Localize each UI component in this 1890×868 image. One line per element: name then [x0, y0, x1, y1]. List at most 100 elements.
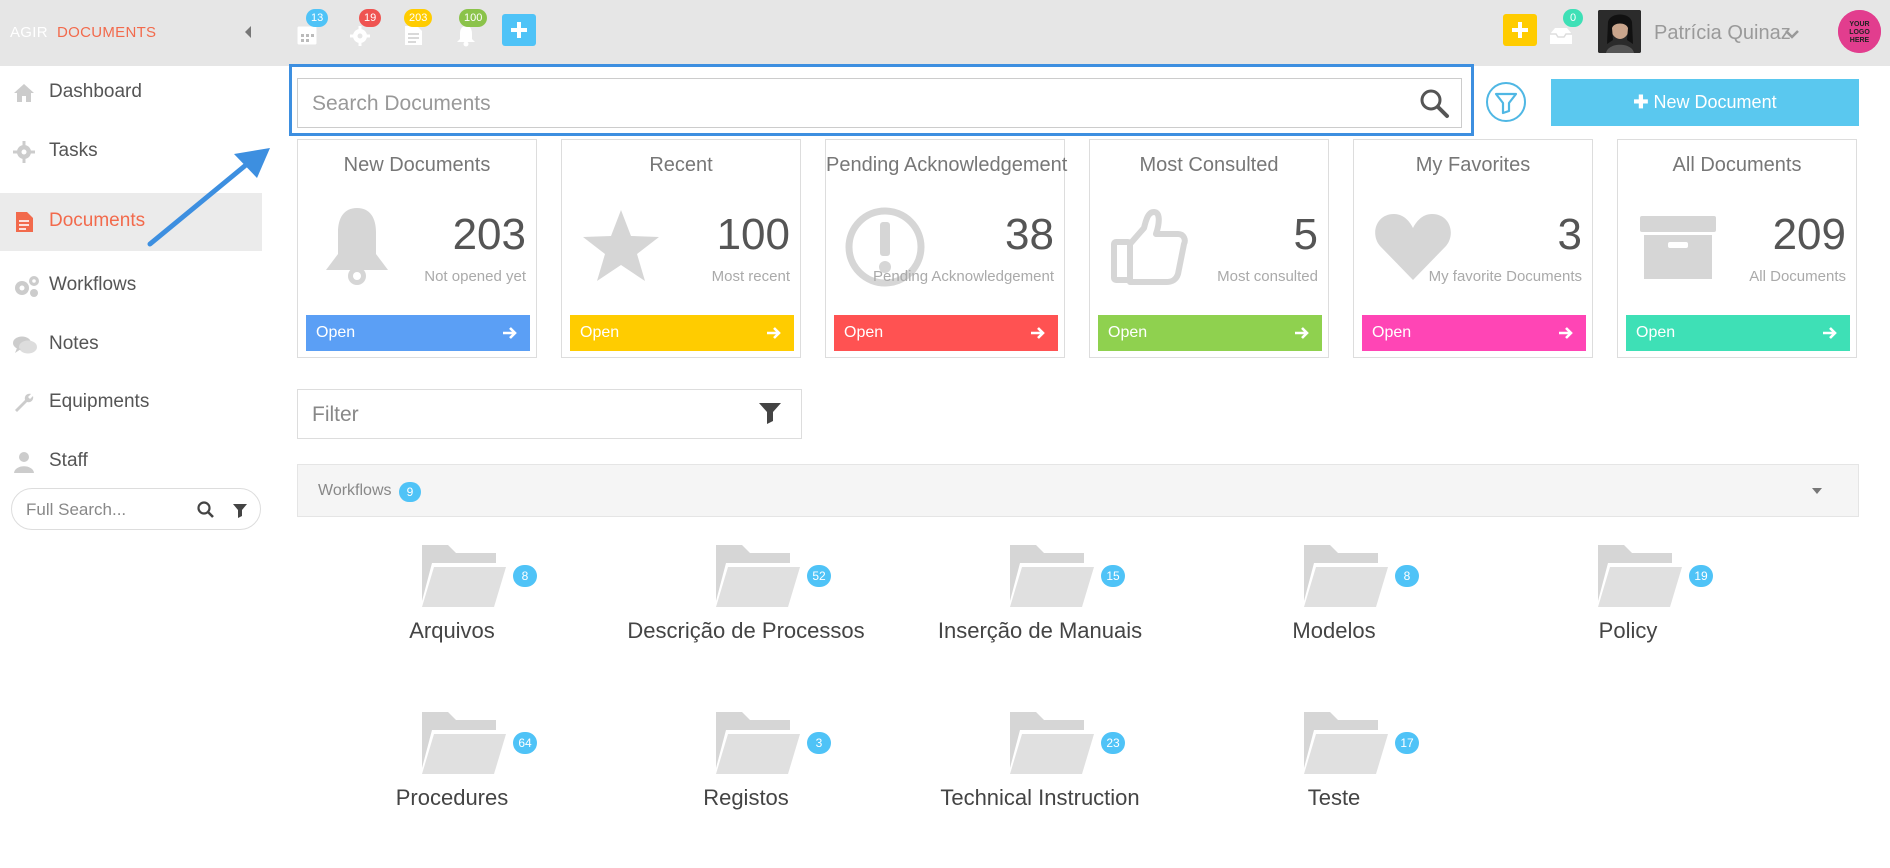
arrow-right-icon — [1822, 326, 1838, 340]
folder-count-badge: 64 — [513, 732, 537, 754]
card-new-documents: New Documents 203 Not opened yet Open — [297, 139, 537, 358]
folder-item[interactable]: 23 Technical Instruction — [905, 708, 1175, 868]
wrench-icon — [12, 391, 36, 415]
sidebar-item-notes[interactable]: Notes — [0, 318, 262, 372]
search-icon[interactable] — [196, 500, 216, 520]
card-title: Most Consulted — [1139, 154, 1279, 176]
inbox-badge: 0 — [1563, 9, 1583, 27]
open-all-documents-button[interactable]: Open — [1626, 315, 1850, 351]
open-my-favorites-button[interactable]: Open — [1362, 315, 1586, 351]
new-document-label: New Document — [1653, 92, 1777, 112]
folder-icon — [418, 708, 508, 778]
folder-label: Technical Instruction — [940, 785, 1140, 810]
sidebar-item-workflows[interactable]: Workflows — [0, 259, 262, 313]
notifications-badge: 100 — [459, 9, 488, 27]
folder-label: Arquivos — [409, 618, 495, 643]
folder-icon — [1300, 708, 1390, 778]
card-subtitle: Most recent — [711, 268, 790, 285]
new-document-button[interactable]: ✚ New Document — [1551, 79, 1859, 126]
home-icon — [12, 81, 36, 105]
open-new-documents-button[interactable]: Open — [306, 315, 530, 351]
open-label: Open — [1372, 324, 1412, 341]
logo-line-3: HERE — [1850, 37, 1870, 44]
add-icon[interactable] — [502, 14, 536, 46]
open-recent-button[interactable]: Open — [570, 315, 794, 351]
app-name[interactable]: AGIR — [10, 24, 48, 41]
advanced-filter-button[interactable] — [1486, 82, 1526, 122]
card-count: 38 — [1005, 210, 1054, 259]
documents-badge: 203 — [404, 9, 433, 27]
folder-item[interactable]: 19 Policy — [1493, 541, 1763, 701]
user-icon — [12, 450, 36, 474]
folder-item[interactable]: 8 Arquivos — [317, 541, 587, 701]
folder-item[interactable]: 52 Descrição de Processos — [611, 541, 881, 701]
sidebar-item-equipments[interactable]: Equipments — [0, 376, 262, 430]
sidebar-item-staff[interactable]: Staff — [0, 435, 262, 489]
folder-item[interactable]: 17 Teste — [1199, 708, 1469, 868]
workflows-panel-header[interactable]: Workflows 9 — [297, 464, 1859, 517]
search-icon[interactable] — [1418, 87, 1450, 119]
card-pending-acknowledgement: Pending Acknowledgement 38 Pending Ackno… — [825, 139, 1067, 358]
open-pending-acknowledgement-button[interactable]: Open — [834, 315, 1058, 351]
folder-item[interactable]: 3 Registos — [611, 708, 881, 868]
folder-label: Teste — [1307, 785, 1361, 810]
card-title: All Documents — [1672, 154, 1802, 176]
card-my-favorites: My Favorites 3 My favorite Documents Ope… — [1353, 139, 1593, 358]
card-count: 3 — [1557, 210, 1582, 259]
thumbs-up-icon — [1106, 204, 1192, 290]
folder-label: Modelos — [1292, 618, 1376, 643]
full-search-input[interactable] — [26, 499, 196, 521]
folder-item[interactable]: 15 Inserção de Manuais — [905, 541, 1175, 701]
folder-item[interactable]: 8 Modelos — [1199, 541, 1469, 701]
folder-count-badge: 8 — [1395, 565, 1419, 587]
arrow-right-icon — [502, 326, 518, 340]
folder-count-badge: 8 — [513, 565, 537, 587]
quick-add-icon[interactable] — [1503, 14, 1537, 46]
open-label: Open — [316, 324, 356, 341]
folder-count-badge: 15 — [1101, 565, 1125, 587]
folder-item[interactable]: 64 Procedures — [317, 708, 587, 868]
sidebar-item-label: Dashboard — [49, 81, 142, 102]
open-label: Open — [844, 324, 884, 341]
user-name[interactable]: Patrícia Quinaz — [1654, 22, 1791, 45]
caret-down-icon[interactable] — [1810, 485, 1824, 497]
folder-label: Inserção de Manuais — [937, 618, 1143, 643]
arrow-right-icon — [1030, 326, 1046, 340]
collapse-sidebar-icon[interactable] — [240, 22, 256, 42]
calendar-badge: 13 — [306, 9, 329, 27]
top-bar: AGIR DOCUMENTS 13 19 203 100 0 Patrícia … — [0, 0, 1890, 66]
full-search-box — [11, 488, 261, 530]
chevron-down-icon[interactable] — [1784, 27, 1800, 41]
folder-count-badge: 17 — [1395, 732, 1419, 754]
folder-icon — [712, 541, 802, 611]
sidebar-item-label: Documents — [49, 210, 146, 231]
sidebar-item-label: Equipments — [49, 391, 150, 412]
card-subtitle: All Documents — [1749, 268, 1846, 285]
workflows-title: Workflows — [318, 482, 392, 499]
company-logo: YOUR LOGO HERE — [1838, 10, 1881, 53]
folder-icon — [1006, 708, 1096, 778]
filter-input[interactable] — [312, 402, 752, 428]
sidebar-item-dashboard[interactable]: Dashboard — [0, 66, 262, 120]
folder-label: Procedures — [395, 785, 509, 810]
sidebar-item-label: Notes — [49, 333, 99, 354]
open-label: Open — [1108, 324, 1148, 341]
card-count: 209 — [1772, 210, 1846, 259]
star-icon — [578, 204, 664, 290]
logo-line-1: YOUR — [1849, 21, 1869, 28]
filter-icon[interactable] — [230, 500, 250, 520]
card-count: 203 — [452, 210, 526, 259]
section-name[interactable]: DOCUMENTS — [57, 24, 156, 41]
card-title: My Favorites — [1415, 154, 1531, 176]
workflows-count-badge: 9 — [399, 482, 421, 502]
folder-icon — [418, 541, 508, 611]
open-label: Open — [580, 324, 620, 341]
card-subtitle: Not opened yet — [424, 268, 526, 285]
avatar[interactable] — [1598, 10, 1641, 53]
search-documents-input[interactable] — [312, 90, 1372, 118]
folder-label: Registos — [703, 785, 789, 810]
arrow-right-icon — [1294, 326, 1310, 340]
bell-icon — [314, 204, 400, 290]
filter-icon[interactable] — [757, 400, 783, 426]
open-most-consulted-button[interactable]: Open — [1098, 315, 1322, 351]
